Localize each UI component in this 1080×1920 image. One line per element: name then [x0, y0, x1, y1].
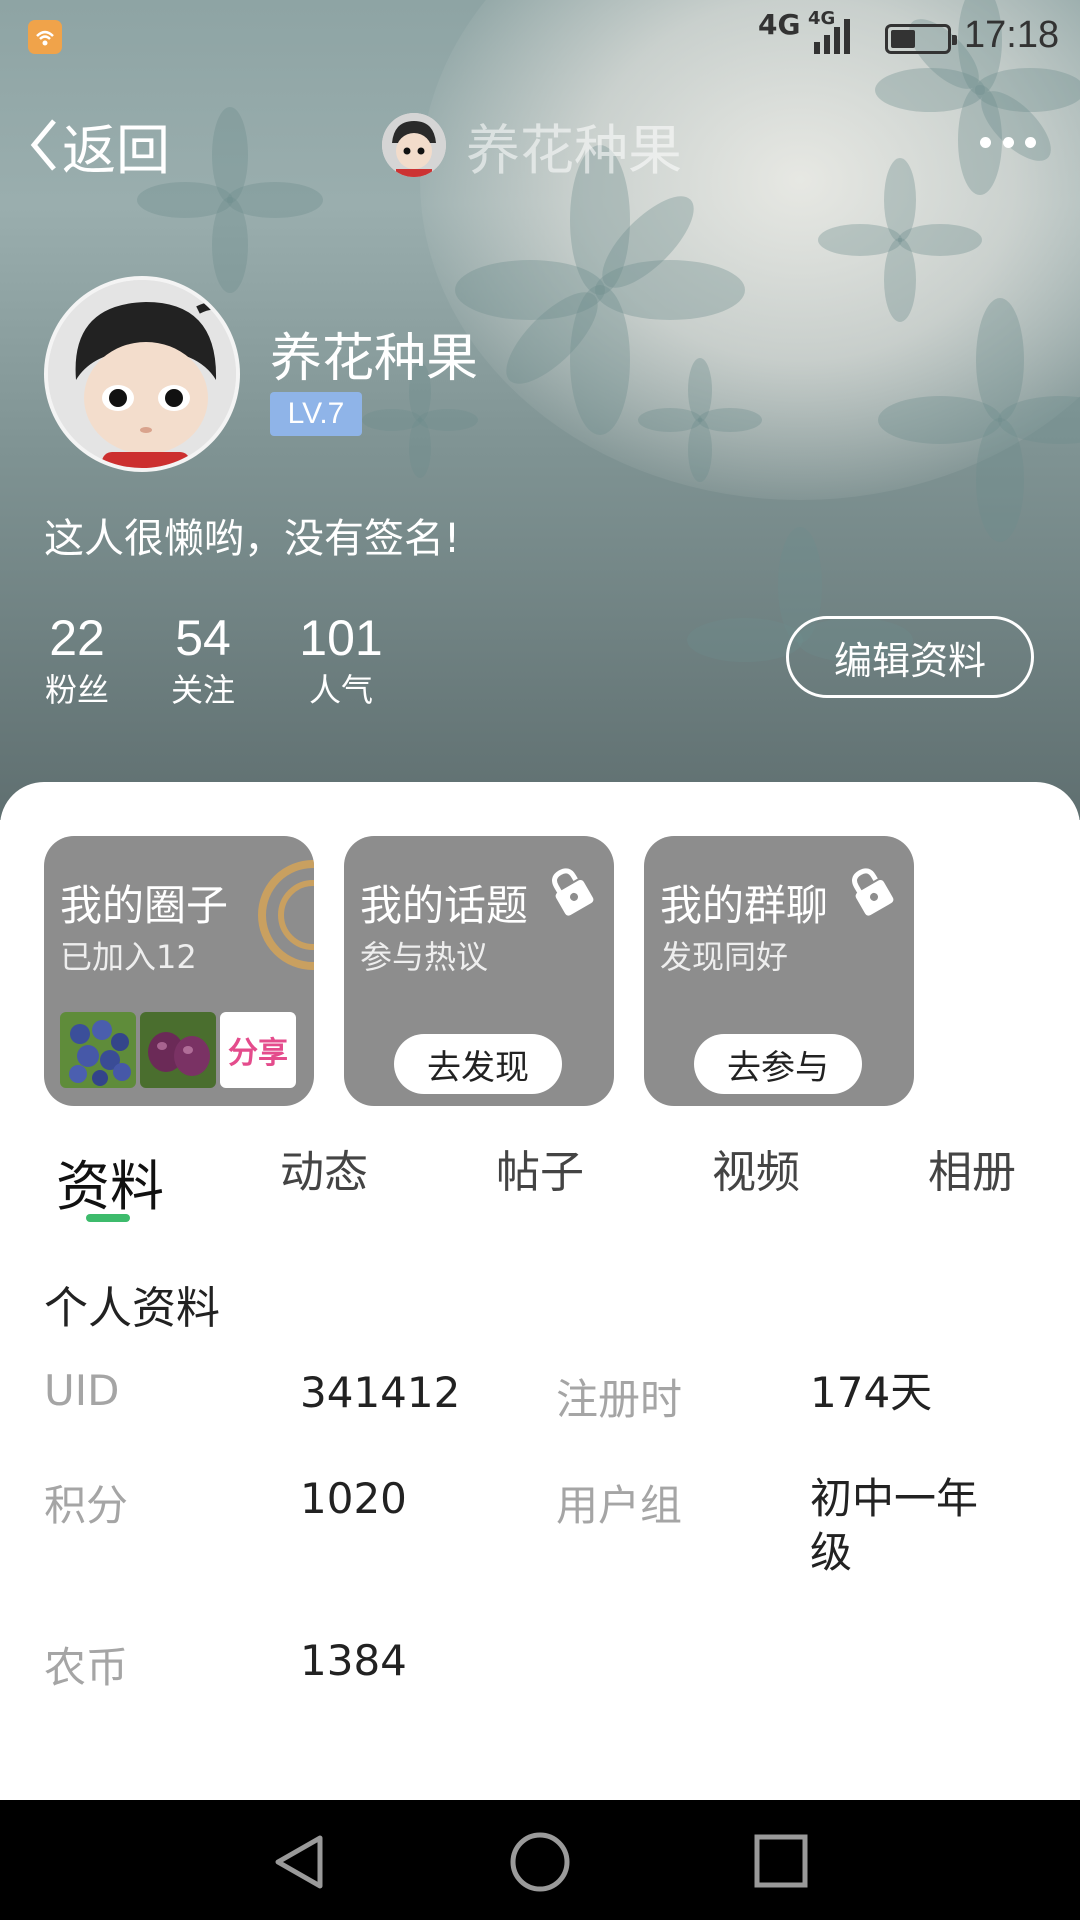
card-subtitle: 发现同好: [660, 938, 789, 976]
edit-profile-button[interactable]: 编辑资料: [786, 616, 1034, 698]
avatar[interactable]: [44, 276, 240, 472]
chevron-left-icon: [30, 119, 56, 171]
info-value-registered: 174天: [810, 1368, 933, 1417]
info-value-points: 1020: [300, 1474, 407, 1523]
stat-following-label: 关注: [170, 671, 235, 709]
system-navigation-bar: [0, 1800, 1080, 1920]
dot-icon: [1002, 136, 1014, 148]
back-label: 返回: [62, 118, 170, 182]
discover-button[interactable]: 去发现: [394, 1034, 562, 1094]
lock-icon: [852, 868, 894, 916]
info-label-registered: 注册时: [556, 1375, 683, 1424]
card-title: 我的圈子: [60, 881, 229, 930]
tab-activity[interactable]: 动态: [280, 1136, 368, 1200]
back-triangle-icon[interactable]: [270, 1832, 330, 1892]
status-bar: 4G 4G 17:18: [0, 0, 1080, 72]
info-value-user-group: 初中一年 级: [810, 1472, 978, 1580]
card-title: 我的话题: [360, 881, 529, 930]
battery-icon: [885, 24, 957, 54]
card-my-topics[interactable]: 我的话题 参与热议 去发现: [344, 836, 614, 1106]
stat-following[interactable]: 54 关注: [168, 608, 238, 712]
active-tab-indicator: [86, 1214, 130, 1222]
mini-avatar: [382, 113, 446, 177]
signature: 这人很懒哟，没有签名!: [44, 516, 461, 562]
section-title: 个人资料: [44, 1283, 220, 1334]
stat-popularity-value: 101: [299, 610, 383, 666]
tab-posts[interactable]: 帖子: [496, 1136, 584, 1200]
plum-thumbnail[interactable]: [140, 1012, 216, 1088]
stat-popularity-label: 人气: [308, 671, 373, 709]
stat-fans-value: 22: [49, 610, 105, 666]
share-thumbnail-text: 分享: [228, 1036, 288, 1071]
join-button[interactable]: 去参与: [694, 1034, 862, 1094]
stat-following-value: 54: [175, 610, 231, 666]
wifi-hotspot-icon: [28, 20, 62, 54]
username: 养花种果: [270, 329, 479, 389]
clock: 17:18: [964, 14, 1060, 56]
stat-popularity[interactable]: 101 人气: [296, 608, 386, 712]
stat-fans[interactable]: 22 粉丝: [44, 608, 110, 712]
info-label-uid: UID: [44, 1366, 120, 1415]
network-type-1: 4G: [758, 8, 801, 41]
stat-fans-label: 粉丝: [44, 671, 109, 709]
card-title: 我的群聊: [660, 881, 829, 930]
card-my-group-chats[interactable]: 我的群聊 发现同好 去参与: [644, 836, 914, 1106]
info-label-points: 积分: [44, 1481, 129, 1530]
back-button[interactable]: 返回: [28, 110, 170, 182]
share-thumbnail[interactable]: 分享: [220, 1012, 296, 1088]
home-circle-icon[interactable]: [508, 1830, 572, 1894]
tab-videos[interactable]: 视频: [712, 1136, 800, 1200]
more-options-button[interactable]: [980, 130, 1036, 154]
dot-icon: [980, 136, 991, 148]
user-group-line-2: 级: [810, 1528, 853, 1577]
signal-strength-icon: [814, 19, 850, 54]
blueberry-thumbnail[interactable]: [60, 1012, 136, 1088]
info-label-coins: 农币: [44, 1643, 129, 1692]
lock-icon: [552, 868, 594, 916]
recents-square-icon[interactable]: [752, 1832, 810, 1890]
card-subtitle: 参与热议: [360, 938, 489, 976]
tab-profile[interactable]: 资料: [56, 1142, 164, 1221]
info-value-coins: 1384: [300, 1636, 407, 1685]
nav-title: 养花种果: [466, 118, 682, 182]
card-subtitle: 已加入12: [60, 938, 197, 976]
tab-albums[interactable]: 相册: [928, 1136, 1016, 1200]
info-value-uid: 341412: [300, 1368, 461, 1417]
level-badge: LV.7: [270, 392, 362, 436]
info-label-user-group: 用户组: [556, 1481, 683, 1530]
dot-icon: [1025, 136, 1036, 148]
card-my-circles[interactable]: 我的圈子 已加入12 分享: [44, 836, 314, 1106]
user-group-line-1: 初中一年: [810, 1474, 979, 1523]
nav-title-group: 养花种果: [382, 108, 682, 182]
